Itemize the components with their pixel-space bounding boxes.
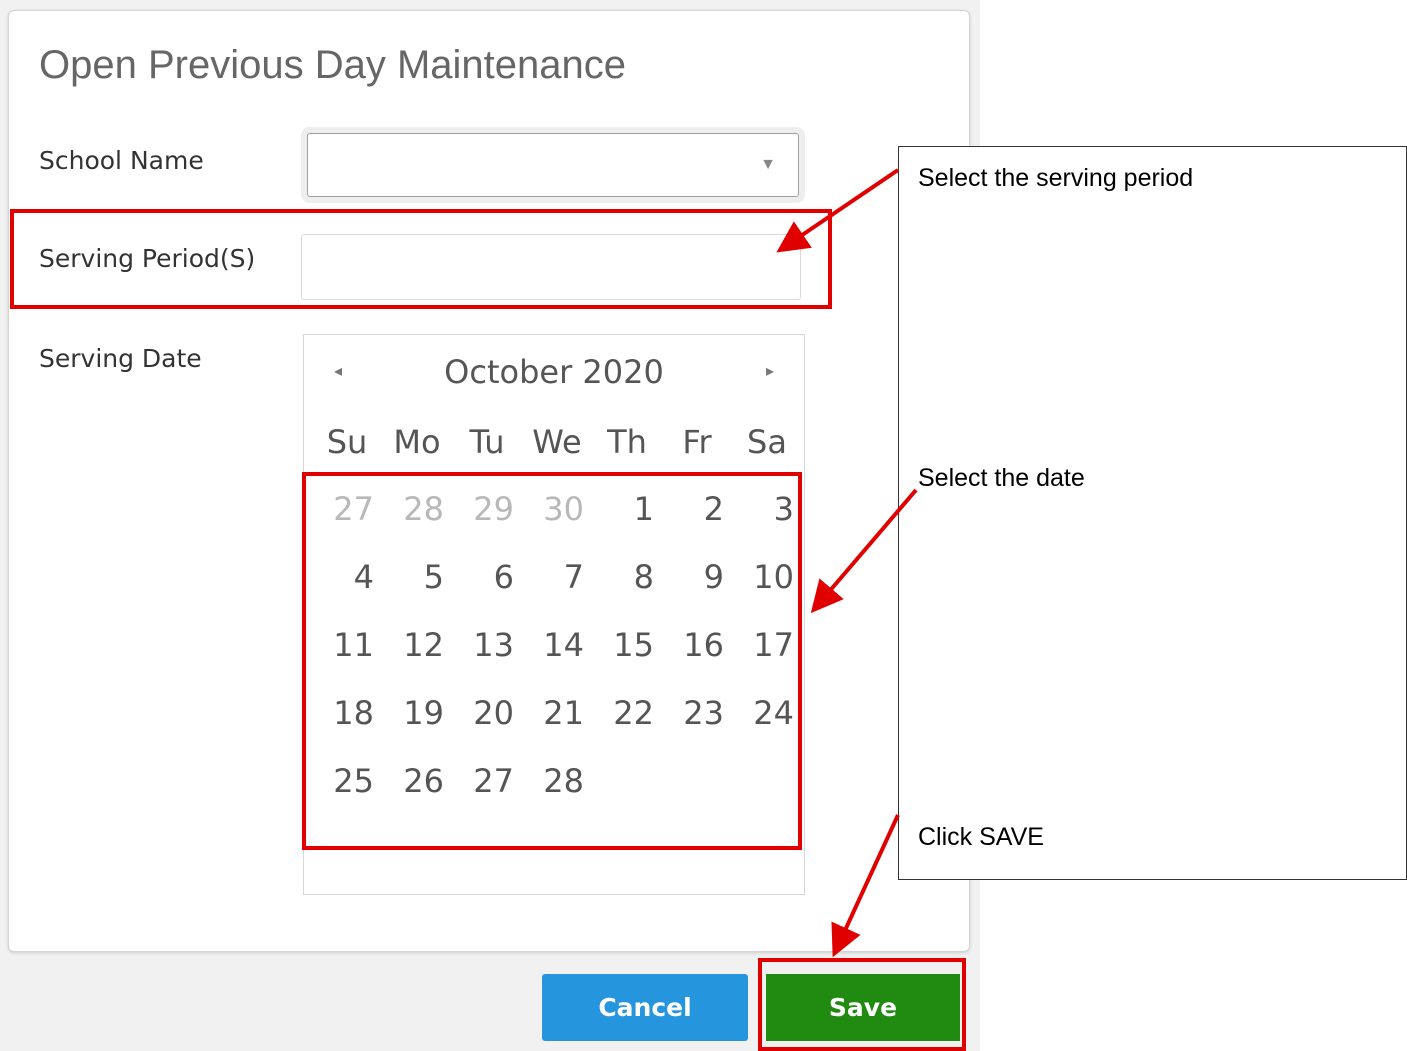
arrow-to-save bbox=[831, 814, 900, 958]
arrow-to-serving-period bbox=[776, 168, 900, 253]
arrow-to-calendar bbox=[810, 488, 918, 614]
annotation-arrows bbox=[776, 168, 918, 958]
